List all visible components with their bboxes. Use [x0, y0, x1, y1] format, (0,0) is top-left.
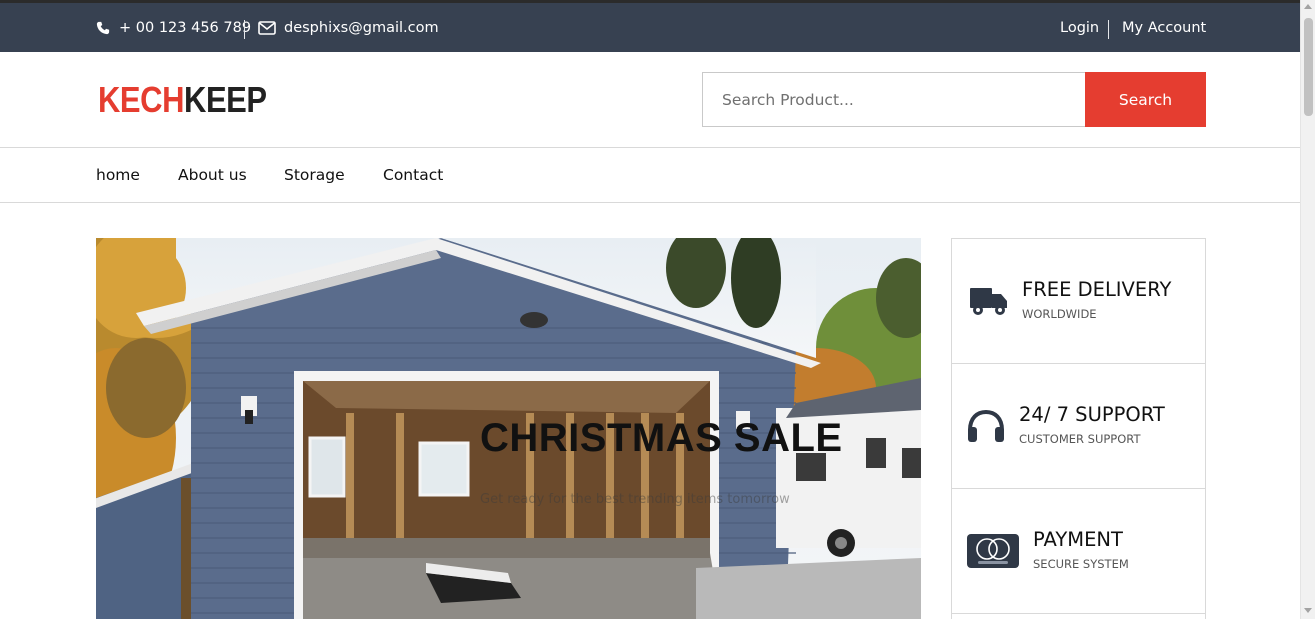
scroll-up-icon[interactable] — [1304, 4, 1312, 9]
feature-free-delivery: FREE DELIVERY WORLDWIDE — [952, 239, 1205, 364]
logo-part-1: KECH — [98, 79, 185, 120]
login-link[interactable]: Login — [1060, 3, 1099, 52]
feature-subtitle: CUSTOMER SUPPORT — [1019, 432, 1141, 446]
scroll-thumb[interactable] — [1304, 18, 1313, 116]
feature-title: PAYMENT — [1033, 528, 1123, 551]
nav-item-home[interactable]: home — [96, 148, 140, 202]
scroll-down-icon[interactable] — [1304, 608, 1312, 613]
features-panel: FREE DELIVERY WORLDWIDE 24/ 7 SUPPORT CU… — [951, 238, 1206, 619]
email-address: desphixs@gmail.com — [284, 19, 439, 36]
hero-subtitle: Get ready for the best trending items to… — [480, 492, 790, 507]
nav-item-about[interactable]: About us — [178, 148, 247, 202]
hero-banner[interactable]: CHRISTMAS SALE Get ready for the best tr… — [96, 238, 921, 619]
email-contact[interactable]: desphixs@gmail.com — [258, 3, 439, 52]
feature-payment: PAYMENT SECURE SYSTEM — [952, 489, 1205, 614]
nav-item-contact[interactable]: Contact — [383, 148, 443, 202]
main-nav: home About us Storage Contact — [0, 147, 1300, 203]
feature-subtitle: SECURE SYSTEM — [1033, 557, 1129, 571]
feature-title: 24/ 7 SUPPORT — [1019, 403, 1165, 426]
divider — [244, 20, 245, 39]
feature-subtitle: WORLDWIDE — [1022, 307, 1097, 321]
search-input[interactable] — [702, 72, 1086, 127]
feature-support: 24/ 7 SUPPORT CUSTOMER SUPPORT — [952, 364, 1205, 489]
headphones-icon — [966, 408, 1006, 448]
mastercard-icon — [966, 533, 1020, 573]
feature-title: FREE DELIVERY — [1022, 278, 1172, 301]
phone-icon — [96, 21, 110, 35]
logo-part-2: KEEP — [184, 79, 267, 120]
phone-number: + 00 123 456 789 — [119, 19, 252, 36]
envelope-icon — [258, 20, 276, 35]
nav-item-storage[interactable]: Storage — [284, 148, 345, 202]
page-scrollbar[interactable] — [1300, 0, 1315, 619]
search-button[interactable]: Search — [1085, 72, 1206, 127]
logo[interactable]: KECHKEEP — [98, 79, 267, 121]
truck-icon — [969, 285, 1009, 321]
phone-contact[interactable]: + 00 123 456 789 — [96, 3, 251, 52]
top-bar: + 00 123 456 789 desphixs@gmail.com Logi… — [0, 0, 1300, 52]
divider — [1108, 20, 1109, 39]
hero-title: CHRISTMAS SALE — [480, 416, 843, 460]
header: KECHKEEP Search — [0, 52, 1300, 148]
my-account-link[interactable]: My Account — [1122, 3, 1206, 52]
